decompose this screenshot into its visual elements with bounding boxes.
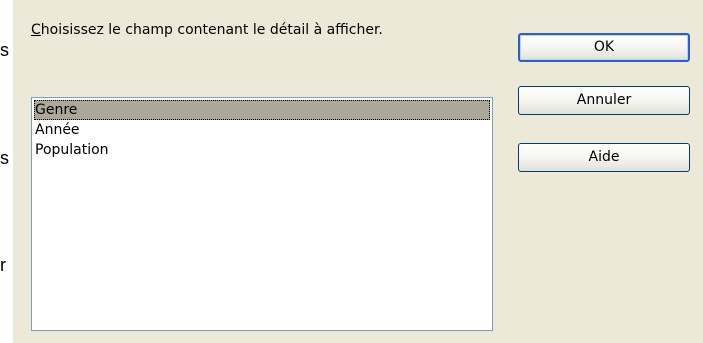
cancel-button[interactable]: Annuler [518,86,690,115]
prompt-mnemonic: C [31,22,41,38]
prompt-text: hoisissez le champ contenant le détail à… [40,22,383,38]
list-item-annee[interactable]: Année [34,120,490,140]
background-text-fragment: s [0,40,9,60]
detail-field-dialog: Choisissez le champ contenant le détail … [13,0,703,343]
background-text-fragment: r [0,255,6,275]
background-text-fragment: s [0,148,9,168]
field-listbox[interactable]: Genre Année Population [31,97,493,331]
prompt-label: Choisissez le champ contenant le détail … [31,22,383,38]
help-button[interactable]: Aide [518,143,690,172]
list-item-population[interactable]: Population [34,140,490,160]
list-item-genre[interactable]: Genre [34,100,490,120]
ok-button[interactable]: OK [518,33,690,62]
